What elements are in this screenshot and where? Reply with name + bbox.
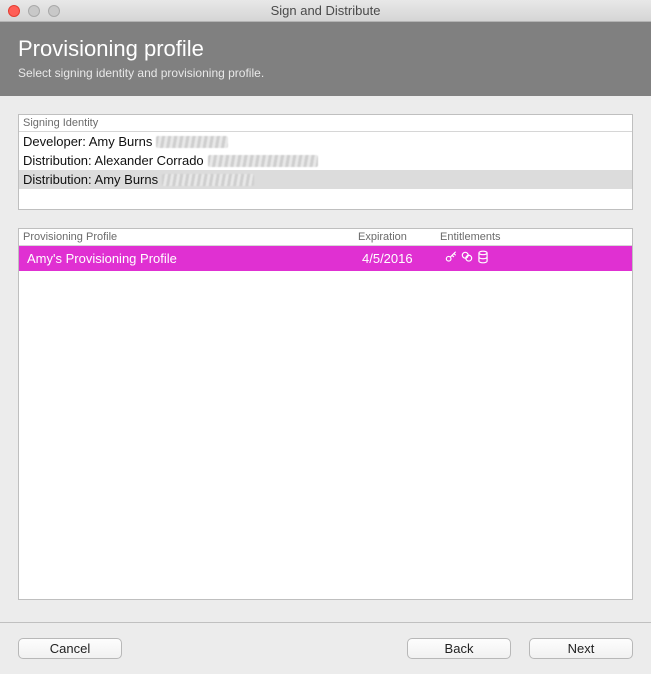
profile-columns-header: Provisioning Profile Expiration Entitlem… bbox=[19, 229, 632, 246]
signing-identity-label: Distribution: Alexander Corrado bbox=[23, 153, 204, 168]
titlebar: Sign and Distribute bbox=[0, 0, 651, 22]
content-area: Signing Identity Developer: Amy Burns Di… bbox=[0, 96, 651, 600]
signing-identity-label: Distribution: Amy Burns bbox=[23, 172, 158, 187]
database-icon bbox=[476, 250, 490, 267]
profile-name: Amy's Provisioning Profile bbox=[23, 249, 358, 268]
cancel-button[interactable]: Cancel bbox=[18, 638, 122, 659]
provisioning-profile-row[interactable]: Amy's Provisioning Profile 4/5/2016 bbox=[19, 246, 632, 271]
page-header: Provisioning profile Select signing iden… bbox=[0, 22, 651, 96]
next-button[interactable]: Next bbox=[529, 638, 633, 659]
signing-identity-panel: Signing Identity Developer: Amy Burns Di… bbox=[18, 114, 633, 210]
close-window-button[interactable] bbox=[8, 5, 20, 17]
traffic-lights bbox=[0, 5, 60, 17]
redacted-text bbox=[208, 155, 318, 167]
signing-identity-label: Developer: Amy Burns bbox=[23, 134, 152, 149]
profile-entitlements bbox=[440, 248, 628, 269]
signing-identity-header: Signing Identity bbox=[19, 115, 632, 132]
window-title: Sign and Distribute bbox=[0, 3, 651, 18]
signing-identity-row[interactable]: Distribution: Alexander Corrado bbox=[19, 151, 632, 170]
provisioning-profile-panel: Provisioning Profile Expiration Entitlem… bbox=[18, 228, 633, 600]
back-button[interactable]: Back bbox=[407, 638, 511, 659]
redacted-text bbox=[162, 174, 254, 186]
page-title: Provisioning profile bbox=[18, 36, 633, 62]
page-subtitle: Select signing identity and provisioning… bbox=[18, 66, 633, 80]
gamecenter-icon bbox=[460, 250, 474, 267]
minimize-window-button[interactable] bbox=[28, 5, 40, 17]
profile-expiration: 4/5/2016 bbox=[358, 249, 440, 268]
key-icon bbox=[444, 250, 458, 267]
zoom-window-button[interactable] bbox=[48, 5, 60, 17]
column-header-entitlements[interactable]: Entitlements bbox=[436, 229, 632, 245]
signing-identity-row[interactable]: Developer: Amy Burns bbox=[19, 132, 632, 151]
column-header-expiration[interactable]: Expiration bbox=[354, 229, 436, 245]
column-header-name[interactable]: Provisioning Profile bbox=[19, 229, 354, 245]
signing-identity-row[interactable]: Distribution: Amy Burns bbox=[19, 170, 632, 189]
redacted-text bbox=[156, 136, 228, 148]
footer-button-bar: Cancel Back Next bbox=[0, 622, 651, 674]
